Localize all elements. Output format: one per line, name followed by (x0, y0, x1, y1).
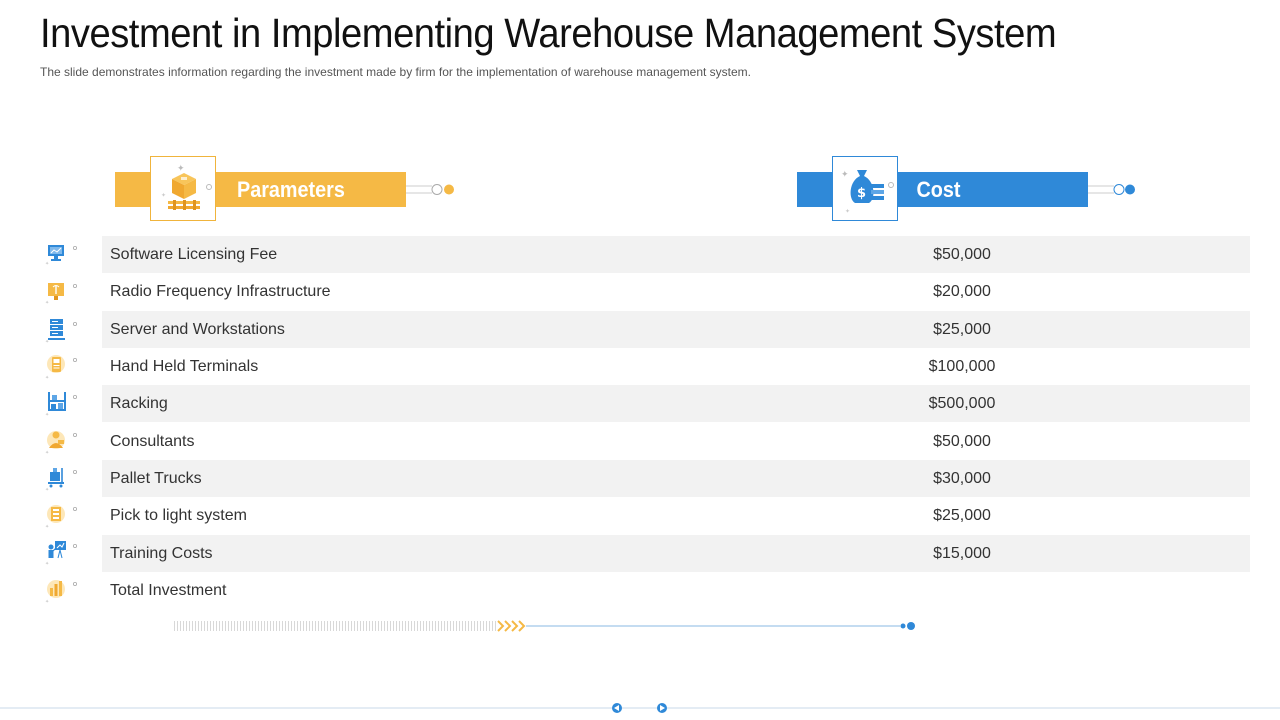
table-row: Pallet Trucks $30,000 (102, 460, 1250, 497)
training-icon: ✦ (45, 541, 77, 566)
svg-text:✦: ✦ (45, 487, 49, 492)
cost-header-label: Cost (916, 176, 961, 202)
table-row: Hand Held Terminals $100,000 (102, 348, 1250, 385)
svg-text:✦: ✦ (45, 375, 49, 380)
svg-text:✦: ✦ (45, 300, 49, 306)
table-row: Pick to light system $25,000 (102, 497, 1250, 534)
svg-text:✦: ✦ (45, 261, 49, 267)
cost-cell: $15,000 (933, 544, 991, 562)
parameter-cell: Training Costs (110, 544, 213, 562)
pallet-truck-icon: ✦ (45, 468, 77, 492)
cost-cell: $50,000 (933, 245, 991, 263)
page-subtitle: The slide demonstrates information regar… (40, 65, 752, 79)
parameter-cell: Radio Frequency Infrastructure (110, 282, 331, 300)
table-row: Server and Workstations $25,000 (102, 311, 1250, 348)
table-row: Consultants $50,000 (102, 423, 1250, 460)
svg-text:✦: ✦ (45, 450, 49, 455)
cost-cell: $100,000 (928, 357, 996, 375)
parameters-header-label: Parameters (236, 176, 345, 202)
svg-text:✦: ✦ (161, 192, 166, 199)
svg-text:✦: ✦ (45, 599, 49, 604)
parameter-cell: Consultants (110, 432, 195, 450)
footer-nav (0, 703, 1280, 713)
table-row-total: Total Investment (102, 572, 1250, 609)
cost-cell: $30,000 (933, 469, 991, 487)
antenna-icon: ✦ (45, 283, 77, 306)
parameter-cell: Software Licensing Fee (110, 245, 278, 263)
table-row: Training Costs $15,000 (102, 535, 1250, 572)
consultant-icon: ✦ (45, 431, 77, 455)
svg-text:✦: ✦ (45, 561, 49, 566)
total-investment-icon: ✦ (45, 580, 77, 604)
table-row: Radio Frequency Infrastructure $20,000 (102, 273, 1250, 310)
cost-cell: $500,000 (928, 394, 996, 412)
parameter-cell: Hand Held Terminals (110, 357, 259, 375)
cost-cell: $25,000 (933, 506, 991, 524)
cost-header-icon-box: ✦ ✦ $ (832, 156, 898, 221)
parameter-cell: Total Investment (110, 581, 227, 599)
light-system-icon: ✦ (45, 505, 77, 529)
parameters-header-icon-box: ✦ ✦ (150, 156, 216, 221)
svg-text:✦: ✦ (45, 524, 49, 529)
table-row: Software Licensing Fee $50,000 (102, 236, 1250, 273)
svg-text:✦: ✦ (177, 164, 185, 174)
handheld-terminal-icon: ✦ (45, 355, 77, 380)
cost-cell: $20,000 (933, 282, 991, 300)
svg-text:✦: ✦ (45, 412, 49, 417)
svg-text:✦: ✦ (45, 339, 49, 344)
server-icon: ✦ (45, 319, 77, 344)
cost-cell: $25,000 (933, 320, 991, 338)
decorative-progress-line (174, 620, 915, 632)
parameter-cell: Server and Workstations (110, 320, 285, 338)
parameter-cell: Pallet Trucks (110, 469, 202, 487)
parameters-connector (406, 184, 454, 195)
cost-cell: $50,000 (933, 432, 991, 450)
cost-connector (1088, 184, 1135, 195)
parameter-cell: Pick to light system (110, 506, 247, 524)
svg-text:✦: ✦ (845, 208, 850, 215)
parameter-cell: Racking (110, 394, 168, 412)
package-boxes-icon: ✦ ✦ (161, 164, 212, 210)
svg-text:✦: ✦ (841, 170, 849, 180)
money-bag-icon: ✦ ✦ $ (841, 170, 894, 215)
table-row: Racking $500,000 (102, 385, 1250, 422)
rack-icon: ✦ (45, 392, 77, 417)
svg-text:$: $ (857, 186, 866, 201)
page-title: Investment in Implementing Warehouse Man… (40, 10, 1057, 56)
monitor-chart-icon: ✦ (45, 245, 77, 267)
